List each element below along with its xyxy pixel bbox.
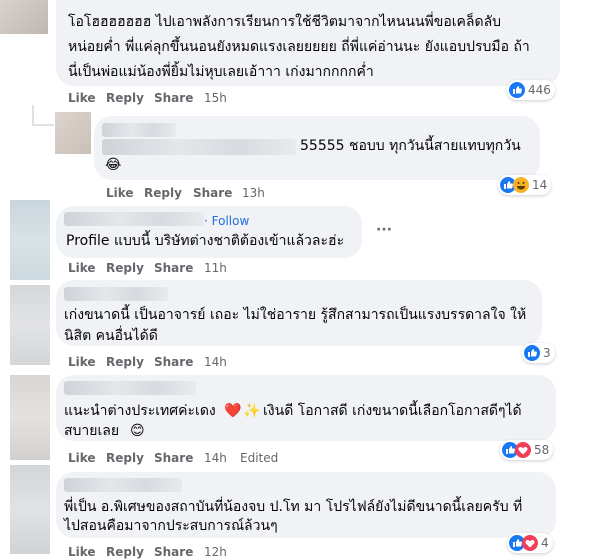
like-link[interactable]: Like	[68, 91, 96, 105]
comment-text-line: เก่งขนาดนี้ เป็นอาจารย์ เถอะ ไม่ใช่อาราย…	[64, 307, 527, 323]
more-options-icon[interactable]: ···	[376, 222, 392, 238]
edited-label: Edited	[240, 451, 279, 465]
comment-text-line: 55555 ชอบบ ทุกวันนี้สายแทบทุกวัน	[300, 138, 521, 154]
author-name[interactable]	[102, 123, 176, 137]
reply-link[interactable]: Reply	[144, 186, 182, 200]
reaction-summary[interactable]: 14	[498, 175, 552, 195]
avatar[interactable]	[10, 200, 50, 280]
haha-reaction-icon	[513, 177, 529, 193]
reaction-count: 14	[532, 178, 548, 192]
comment-text-line: พี่เป็น อ.พิเศษของสถาบันที่น้องจบ ป.โท ม…	[64, 499, 523, 515]
share-link[interactable]: Share	[154, 545, 193, 559]
like-reaction-icon	[509, 82, 525, 98]
love-reaction-icon	[522, 535, 538, 551]
like-link[interactable]: Like	[68, 545, 96, 559]
timestamp[interactable]: 13h	[242, 186, 265, 200]
comment-text-line: เงินดี โอกาสดี เก่งขนาดนี้เลือกโอกาสดีๆไ…	[263, 403, 522, 419]
reaction-summary[interactable]: 4	[507, 533, 553, 553]
emoji: ❤️	[224, 403, 242, 419]
avatar[interactable]	[0, 0, 48, 34]
comment-text-line: นิสิต คนอื่นได้ดี	[64, 328, 158, 344]
like-link[interactable]: Like	[68, 355, 96, 369]
reaction-summary[interactable]: 3	[522, 343, 555, 363]
like-reaction-icon	[524, 345, 540, 361]
avatar[interactable]	[10, 285, 50, 365]
follow-label: Follow	[211, 214, 250, 228]
share-link[interactable]: Share	[154, 355, 193, 369]
reply-link[interactable]: Reply	[106, 545, 144, 559]
reply-link[interactable]: Reply	[106, 261, 144, 275]
reply-link[interactable]: Reply	[106, 451, 144, 465]
share-link[interactable]: Share	[154, 91, 193, 105]
share-link[interactable]: Share	[154, 261, 193, 275]
author-name[interactable]	[64, 381, 196, 395]
avatar[interactable]	[55, 112, 91, 154]
comment-text-line: นี่เป็นพ่อแม่น้องพี่ยิ้มไม่หุบเลยเอ้าาา …	[68, 64, 374, 80]
like-link[interactable]: Like	[68, 451, 96, 465]
comment-text-line: สบายเลย	[64, 423, 120, 439]
timestamp[interactable]: 15h	[204, 91, 227, 105]
timestamp[interactable]: 14h	[204, 451, 227, 465]
emoji: 😂	[105, 157, 122, 173]
reaction-count: 58	[534, 443, 550, 457]
like-link[interactable]: Like	[106, 186, 134, 200]
comment-text-line: โอโฮฮฮฮฮฮฮ ไปเอาพลังการเรียนการใช้ชีวิตม…	[68, 14, 502, 30]
comment-text-line: ไปสอนคือมาจากประสบการณ์ล้วนๆ	[64, 518, 278, 534]
author-name[interactable]	[64, 212, 204, 226]
reply-link[interactable]: Reply	[106, 91, 144, 105]
reply-link[interactable]: Reply	[106, 355, 144, 369]
like-link[interactable]: Like	[68, 261, 96, 275]
timestamp[interactable]: 11h	[204, 261, 227, 275]
comment-text-line: Profile แบบนี้ บริษัทต่างชาติต้องเข้าแล้…	[66, 233, 345, 249]
reaction-summary[interactable]: 446	[507, 80, 555, 100]
reaction-count: 4	[541, 536, 549, 550]
dot-separator: ·	[204, 214, 212, 228]
thread-line	[32, 105, 34, 125]
share-link[interactable]: Share	[154, 451, 193, 465]
avatar[interactable]	[10, 375, 50, 460]
reaction-count: 446	[528, 83, 551, 97]
follow-link[interactable]: · Follow	[204, 214, 249, 228]
author-name[interactable]	[102, 139, 296, 155]
author-name[interactable]	[64, 287, 168, 301]
timestamp[interactable]: 12h	[204, 545, 227, 559]
timestamp[interactable]: 14h	[204, 355, 227, 369]
emoji: 😊	[130, 423, 145, 439]
comment-text-line: หน่อยค่ำ พี่แค่ลุกขึ้นนอนยังหมดแรงเลยยยย…	[68, 39, 530, 55]
reaction-summary[interactable]: 58	[500, 440, 554, 460]
reaction-count: 3	[543, 346, 551, 360]
love-reaction-icon	[515, 442, 531, 458]
comment-text-line: แนะนำต่างประเทศค่ะเดง	[64, 403, 216, 419]
author-name[interactable]	[64, 478, 182, 492]
emoji: ✨	[243, 403, 261, 419]
share-link[interactable]: Share	[193, 186, 232, 200]
thread-line	[32, 124, 54, 126]
avatar[interactable]	[10, 465, 50, 554]
